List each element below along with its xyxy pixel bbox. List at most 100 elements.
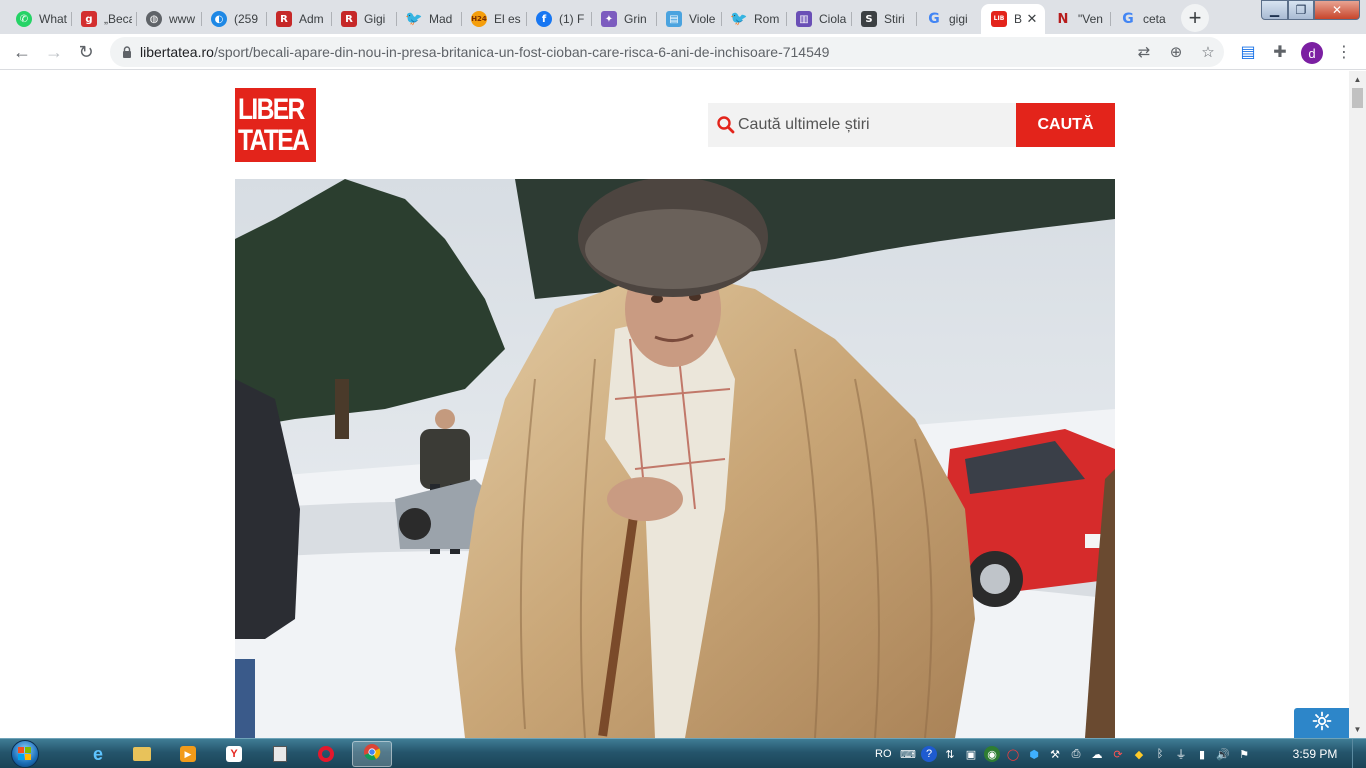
menu-kebab-icon[interactable]: ⋮: [1332, 39, 1356, 65]
forward-button[interactable]: →: [40, 38, 68, 66]
tab-title: Mad: [429, 12, 453, 26]
tab-title: "Ven: [1078, 12, 1103, 26]
tab-title: „Becali: [104, 12, 132, 26]
search-button[interactable]: CAUTĂ: [1016, 103, 1115, 147]
tab-gigi[interactable]: R Gigi: [331, 4, 396, 34]
bluetooth-icon[interactable]: ᛒ: [1152, 746, 1168, 762]
tab-259[interactable]: ◐ (259: [201, 4, 266, 34]
article-hero-photo: [235, 179, 1115, 738]
tab-becali[interactable]: g „Becali: [71, 4, 136, 34]
tab-ven[interactable]: N "Ven: [1045, 4, 1110, 34]
volume-icon[interactable]: 🔊: [1215, 746, 1231, 762]
printer-icon[interactable]: ⎙: [1068, 746, 1084, 762]
restore-icon: ❐: [1295, 3, 1307, 17]
translate-icon[interactable]: ⇄: [1132, 40, 1156, 64]
taskbar-yandex[interactable]: Y: [214, 741, 254, 767]
tab-ciola[interactable]: ▥ Ciola: [786, 4, 851, 34]
monitor-icon[interactable]: ▣: [963, 746, 979, 762]
maximize-button[interactable]: ❐: [1288, 0, 1314, 20]
taskbar-chrome[interactable]: [352, 741, 392, 767]
calculator-icon: [273, 746, 287, 762]
tab-google-gigi[interactable]: G gigi: [916, 4, 981, 34]
start-button[interactable]: [6, 739, 44, 768]
opera-tray-icon[interactable]: ◯: [1005, 746, 1021, 762]
plus-icon: +: [1188, 5, 1202, 30]
shield-icon[interactable]: ⬢: [1026, 746, 1042, 762]
cloud-sync-icon[interactable]: ☁: [1089, 746, 1105, 762]
tab-title: (1) F: [559, 12, 585, 26]
lock-icon[interactable]: [120, 45, 134, 59]
back-button[interactable]: ←: [8, 38, 36, 66]
keyboard-icon[interactable]: ⌨: [900, 746, 916, 762]
taskbar-calculator[interactable]: [260, 741, 300, 767]
action-center-flag-icon[interactable]: ⚑: [1236, 746, 1252, 762]
tab-title: Adm: [299, 12, 324, 26]
show-desktop-button[interactable]: [1352, 739, 1366, 768]
scroll-down-arrow-icon[interactable]: ▼: [1349, 721, 1366, 738]
minimize-button[interactable]: ▁: [1261, 0, 1288, 20]
crest-icon: ✦: [601, 11, 617, 27]
taskbar-file-explorer[interactable]: [122, 741, 162, 767]
tools-icon[interactable]: ⚒: [1047, 746, 1063, 762]
yandex-icon: Y: [226, 746, 242, 762]
tab-adm[interactable]: R Adm: [266, 4, 331, 34]
network-signal-icon[interactable]: ▮: [1194, 746, 1210, 762]
scrollbar-thumb[interactable]: [1352, 88, 1363, 108]
cookie-settings-button[interactable]: [1294, 708, 1349, 738]
security-icon[interactable]: ◆: [1131, 746, 1147, 762]
page-scrollbar[interactable]: ▲ ▼: [1349, 71, 1366, 738]
bookmark-star-icon[interactable]: ☆: [1196, 40, 1220, 64]
site-search-box: [708, 103, 1016, 147]
tab-title: Stiri: [884, 12, 905, 26]
minimize-icon: ▁: [1269, 3, 1280, 17]
r-icon: R: [276, 11, 292, 27]
language-indicator[interactable]: RO: [875, 748, 892, 760]
logo-line1: LIBER: [238, 93, 305, 126]
usb-icon[interactable]: ⏚: [1173, 746, 1189, 762]
close-icon[interactable]: ✕: [1025, 12, 1039, 26]
scroll-up-arrow-icon[interactable]: ▲: [1349, 71, 1366, 88]
n-icon: N: [1057, 11, 1069, 27]
url-domain: libertatea.ro: [140, 44, 214, 60]
network-adapter-icon[interactable]: ⇅: [942, 746, 958, 762]
tab-google-ceta[interactable]: G ceta: [1110, 4, 1175, 34]
chat-icon: ◐: [211, 11, 227, 27]
tab-el-es[interactable]: H24 El es: [461, 4, 526, 34]
taskbar-internet-explorer[interactable]: e: [78, 741, 118, 767]
search-input[interactable]: [738, 116, 1008, 134]
tab-rom[interactable]: 🐦 Rom: [721, 4, 786, 34]
libertatea-logo[interactable]: LIBER TATEA: [235, 88, 316, 162]
r-icon: R: [341, 11, 357, 27]
taskbar-opera[interactable]: [306, 741, 346, 767]
zoom-icon[interactable]: ⊕: [1164, 40, 1188, 64]
update-icon[interactable]: ⟳: [1110, 746, 1126, 762]
help-icon[interactable]: ?: [921, 746, 937, 762]
taskbar-clock[interactable]: 3:59 PM: [1284, 739, 1346, 768]
antivirus-icon[interactable]: ◉: [984, 746, 1000, 762]
logo-line2: TATEA: [238, 124, 310, 157]
url-text[interactable]: libertatea.ro/sport/becali-apare-din-nou…: [140, 44, 829, 60]
extensions-puzzle-icon[interactable]: ✚: [1268, 39, 1292, 65]
tab-www[interactable]: ◍ www: [136, 4, 201, 34]
tab-title: Viole: [689, 12, 716, 26]
reload-icon: ↻: [78, 41, 94, 62]
tab-mad[interactable]: 🐦 Mad: [396, 4, 461, 34]
opera-icon: [318, 746, 334, 762]
tab-grin[interactable]: ✦ Grin: [591, 4, 656, 34]
tab-stiri[interactable]: S Stiri: [851, 4, 916, 34]
whatsapp-icon: ✆: [16, 11, 32, 27]
new-tab-button[interactable]: +: [1181, 4, 1209, 32]
tab-viole[interactable]: ▤ Viole: [656, 4, 721, 34]
h24-icon: H24: [471, 11, 487, 27]
page-viewport: LIBER TATEA CAUTĂ: [0, 71, 1349, 738]
close-window-button[interactable]: ✕: [1314, 0, 1360, 20]
taskbar-media-player[interactable]: ▶: [168, 741, 208, 767]
tab-title: WhatsApp: [39, 12, 67, 26]
address-bar[interactable]: libertatea.ro/sport/becali-apare-din-nou…: [110, 37, 1224, 67]
reload-button[interactable]: ↻: [72, 38, 100, 66]
tab-whatsapp[interactable]: ✆ WhatsApp: [6, 4, 71, 34]
tab-libertatea-active[interactable]: LIB B ✕: [981, 4, 1045, 34]
tab-facebook[interactable]: f (1) F: [526, 4, 591, 34]
document-extension-icon[interactable]: ▤: [1236, 39, 1260, 65]
profile-avatar[interactable]: d: [1301, 42, 1323, 64]
